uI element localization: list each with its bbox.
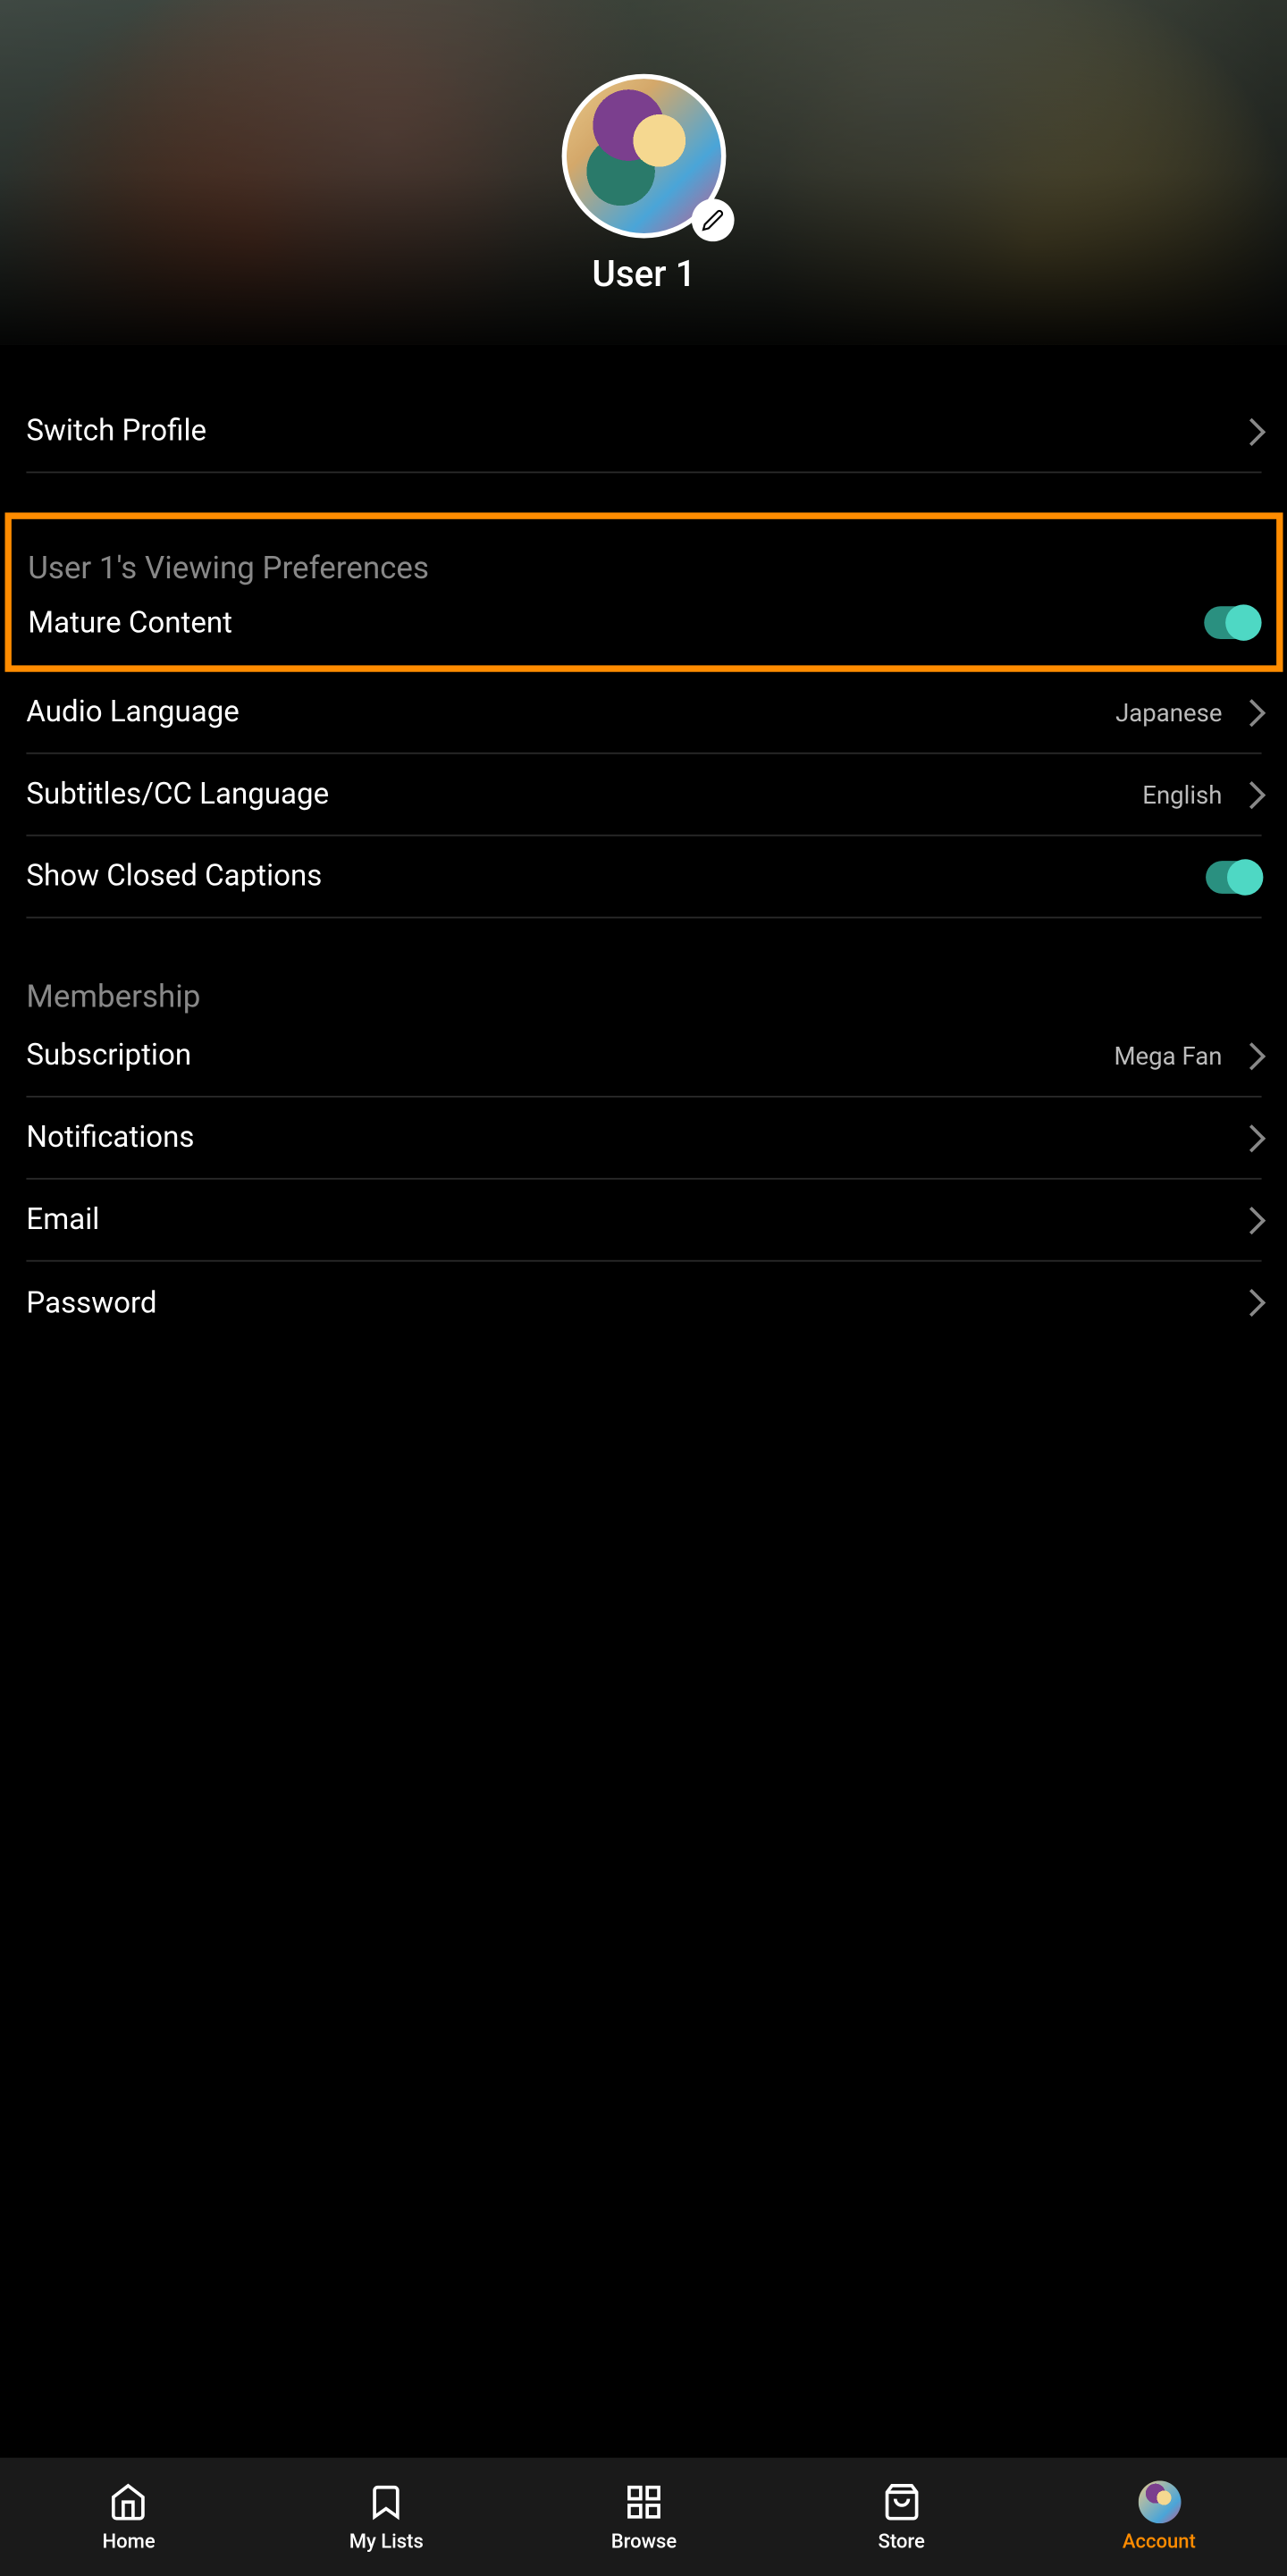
nav-home[interactable]: Home (0, 2480, 257, 2553)
grid-icon (624, 2482, 663, 2521)
bookmark-icon (366, 2482, 406, 2521)
subtitles-language-label: Subtitles/CC Language (26, 777, 329, 812)
subscription-row[interactable]: Subscription Mega Fan (26, 1015, 1261, 1098)
email-label: Email (26, 1202, 99, 1237)
password-row[interactable]: Password (26, 1262, 1261, 1344)
closed-captions-row[interactable]: Show Closed Captions (26, 837, 1261, 919)
mature-content-row[interactable]: Mature Content (28, 586, 1260, 659)
nav-browse-label: Browse (611, 2530, 677, 2554)
password-label: Password (26, 1285, 156, 1320)
switch-profile-label: Switch Profile (26, 414, 206, 449)
profile-banner: User 1 (0, 0, 1287, 345)
subscription-label: Subscription (26, 1039, 191, 1073)
pencil-icon (702, 208, 725, 232)
switch-profile-row[interactable]: Switch Profile (26, 391, 1261, 473)
audio-language-value: Japanese (1115, 697, 1222, 727)
nav-my-lists[interactable]: My Lists (257, 2480, 515, 2553)
mature-content-label: Mature Content (28, 605, 232, 640)
shopping-bag-icon (882, 2482, 921, 2521)
chevron-right-icon (1238, 780, 1266, 808)
bottom-navigation: Home My Lists Browse Store Account (0, 2458, 1287, 2576)
avatar-container[interactable] (562, 74, 727, 239)
nav-account-label: Account (1123, 2530, 1196, 2554)
audio-language-row[interactable]: Audio Language Japanese (26, 672, 1261, 754)
chevron-right-icon (1238, 1124, 1266, 1151)
membership-header: Membership (26, 958, 1261, 1015)
nav-my-lists-label: My Lists (349, 2530, 424, 2554)
nav-store[interactable]: Store (773, 2480, 1030, 2553)
email-row[interactable]: Email (26, 1180, 1261, 1262)
account-avatar-icon (1138, 2480, 1181, 2523)
chevron-right-icon (1238, 1206, 1266, 1233)
audio-language-label: Audio Language (26, 695, 239, 729)
home-icon (109, 2482, 148, 2521)
edit-profile-button[interactable] (692, 198, 735, 241)
chevron-right-icon (1238, 1041, 1266, 1069)
nav-store-label: Store (878, 2530, 924, 2554)
closed-captions-toggle[interactable] (1206, 860, 1261, 893)
profile-username: User 1 (592, 255, 695, 296)
subtitles-language-row[interactable]: Subtitles/CC Language English (26, 754, 1261, 837)
subtitles-language-value: English (1142, 779, 1222, 809)
mature-content-toggle[interactable] (1204, 606, 1259, 639)
nav-account[interactable]: Account (1030, 2480, 1287, 2553)
notifications-row[interactable]: Notifications (26, 1098, 1261, 1180)
nav-browse[interactable]: Browse (515, 2480, 772, 2553)
closed-captions-label: Show Closed Captions (26, 859, 322, 894)
viewing-preferences-header: User 1's Viewing Preferences (28, 529, 1260, 586)
notifications-label: Notifications (26, 1121, 194, 1156)
chevron-right-icon (1238, 417, 1266, 445)
chevron-right-icon (1238, 1289, 1266, 1317)
nav-home-label: Home (103, 2530, 156, 2554)
subscription-value: Mega Fan (1114, 1040, 1222, 1070)
viewing-preferences-highlight: User 1's Viewing Preferences Mature Cont… (5, 512, 1283, 671)
chevron-right-icon (1238, 698, 1266, 726)
